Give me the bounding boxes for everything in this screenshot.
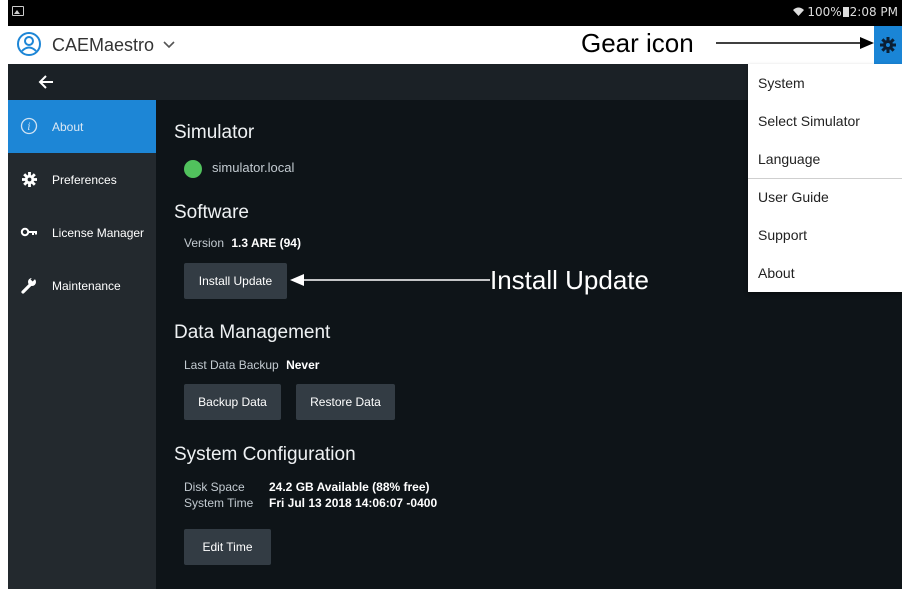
sidebar-item-label: About: [52, 120, 84, 134]
sidebar-item-label: License Manager: [52, 226, 145, 240]
disk-space-label: Disk Space: [184, 480, 245, 494]
version-value: 1.3 ARE (94): [231, 236, 301, 250]
battery-icon: [842, 7, 849, 17]
app-title[interactable]: CAEMaestro: [52, 35, 175, 56]
system-configuration-heading: System Configuration: [174, 444, 356, 465]
sidebar-item-license-manager[interactable]: License Manager: [8, 206, 156, 259]
edit-time-button[interactable]: Edit Time: [184, 529, 271, 565]
install-update-button[interactable]: Install Update: [184, 263, 287, 299]
simulator-host: simulator.local: [212, 160, 295, 175]
app-name: CAEMaestro: [52, 35, 155, 55]
status-right: 100% 2:08 PM: [792, 5, 898, 19]
info-icon: i: [20, 117, 38, 135]
gear-icon: [22, 172, 37, 187]
gear-icon: [880, 37, 896, 53]
menu-item-user-guide[interactable]: User Guide: [748, 178, 902, 216]
menu-item-label: User Guide: [758, 189, 829, 205]
clock: 2:08 PM: [849, 5, 898, 19]
settings-menu: System Select Simulator Language User Gu…: [748, 64, 902, 292]
disk-space-value: 24.2 GB Available (88% free): [269, 480, 430, 494]
status-bar: 100% 2:08 PM: [8, 0, 902, 26]
menu-item-label: Language: [758, 151, 821, 167]
app-window: 100% 2:08 PM CAEMaestro i About Preferen…: [8, 0, 902, 589]
sidebar-item-label: Maintenance: [52, 279, 121, 293]
menu-item-system[interactable]: System: [748, 64, 902, 102]
simulator-heading: Simulator: [174, 122, 255, 143]
sidebar-item-preferences[interactable]: Preferences: [8, 153, 156, 206]
status-indicator: [184, 160, 202, 178]
backup-value: Never: [286, 358, 320, 372]
gallery-notification-icon: [12, 6, 24, 16]
menu-item-support[interactable]: Support: [748, 216, 902, 254]
menu-item-label: About: [758, 265, 795, 281]
gear-icon-callout: Gear icon: [581, 28, 694, 58]
version-row: Version 1.3 ARE (94): [184, 236, 301, 250]
sidebar-item-label: Preferences: [52, 173, 117, 187]
menu-item-select-simulator[interactable]: Select Simulator: [748, 102, 902, 140]
menu-item-language[interactable]: Language: [748, 140, 902, 178]
svg-text:i: i: [27, 122, 30, 133]
backup-row: Last Data Backup Never: [184, 358, 319, 372]
menu-item-label: Support: [758, 227, 808, 243]
back-arrow-icon[interactable]: [36, 72, 56, 92]
chevron-down-icon[interactable]: [163, 41, 175, 49]
system-time-value: Fri Jul 13 2018 14:06:07 -0400: [269, 496, 438, 510]
settings-gear-button[interactable]: [874, 26, 902, 64]
menu-item-label: Select Simulator: [758, 113, 860, 129]
sidebar-item-maintenance[interactable]: Maintenance: [8, 259, 156, 312]
backup-label: Last Data Backup: [184, 358, 279, 372]
software-heading: Software: [174, 202, 249, 223]
gear-callout-arrow: [716, 37, 874, 49]
system-time-label: System Time: [184, 496, 254, 510]
sidebar: i About Preferences License Manager Main…: [8, 100, 156, 589]
wifi-icon: [792, 7, 804, 16]
menu-item-about[interactable]: About: [748, 254, 902, 292]
backup-data-button[interactable]: Backup Data: [184, 384, 281, 420]
install-update-callout: Install Update: [490, 265, 649, 295]
battery-percent: 100%: [807, 5, 842, 19]
restore-data-button[interactable]: Restore Data: [296, 384, 395, 420]
version-label: Version: [184, 236, 225, 250]
key-icon: [20, 227, 37, 237]
wrench-icon: [21, 276, 36, 294]
install-callout-arrow: [290, 274, 490, 286]
user-avatar-icon[interactable]: [16, 31, 42, 57]
sidebar-item-about[interactable]: i About: [8, 100, 156, 153]
menu-item-label: System: [758, 75, 805, 91]
data-management-heading: Data Management: [174, 322, 331, 343]
